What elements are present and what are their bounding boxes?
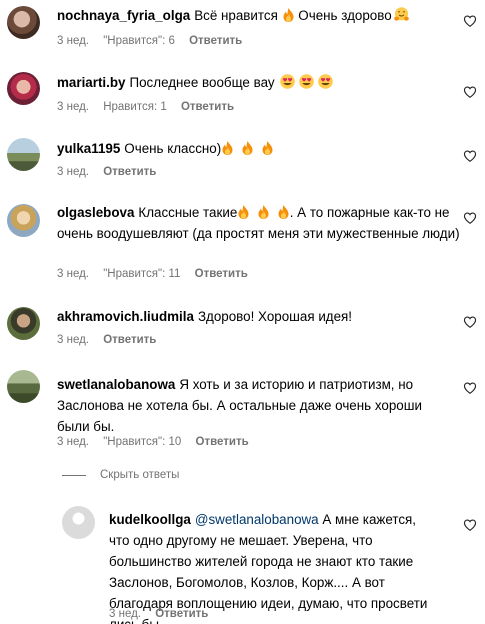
heart-eyes-emoji-icon [280,74,295,89]
fire-emoji-icon [258,205,269,219]
like-heart-icon[interactable] [463,85,477,99]
comment-time[interactable]: 3 нед. [57,334,89,346]
comment-username[interactable]: swetlanalobanowa [57,377,175,392]
heart-eyes-emoji-icon [318,74,333,89]
comment-username[interactable]: olgaslebova [57,205,134,220]
mention-link[interactable]: @swetlanalobanowa [195,512,319,527]
like-heart-icon[interactable] [463,14,477,28]
reply-button[interactable]: Ответить [103,166,156,178]
comment-username[interactable]: akhramovich.liudmila [57,309,194,324]
like-heart-icon[interactable] [463,518,477,532]
avatar[interactable] [7,138,40,171]
comment-username[interactable]: mariarti.by [57,75,125,90]
comment-likes[interactable]: "Нравится": 11 [103,268,180,280]
like-heart-icon[interactable] [463,315,477,329]
comment-likes[interactable]: "Нравится": 10 [103,436,181,448]
heart-eyes-emoji-icon [299,74,314,89]
comment-text: Очень здорово [298,8,392,23]
avatar[interactable] [7,6,40,39]
fire-emoji-icon [222,141,233,155]
fire-emoji-icon [262,141,273,155]
comment-username[interactable]: kudelkoollga [109,512,191,527]
reply-button[interactable]: Ответить [103,334,156,346]
reply-button[interactable]: Ответить [189,35,242,47]
like-heart-icon[interactable] [463,211,477,225]
fire-emoji-icon [242,141,253,155]
comment-time[interactable]: 3 нед. [57,35,89,47]
like-heart-icon[interactable] [463,381,477,395]
comment-time[interactable]: 3 нед. [109,608,141,620]
comment-time[interactable]: 3 нед. [57,101,89,113]
comment-time[interactable]: 3 нед. [57,436,89,448]
avatar[interactable] [7,204,40,237]
avatar[interactable] [7,72,40,105]
comment-likes[interactable]: Нравится: 1 [103,101,167,113]
comment-likes[interactable]: "Нравится": 6 [103,35,175,47]
fire-emoji-icon [278,205,289,219]
hide-replies-label: Скрыть ответы [100,469,180,481]
reply-button[interactable]: Ответить [155,608,208,620]
comment-text: Всё нравится [194,8,278,23]
fire-emoji-icon [238,205,249,219]
comment-text: Здорово! Хорошая идея! [197,309,353,324]
reply-button[interactable]: Ответить [196,436,249,448]
reply-button[interactable]: Ответить [195,268,248,280]
avatar[interactable] [7,307,40,340]
toggle-divider [62,474,86,476]
reply-button[interactable]: Ответить [181,101,234,113]
comment-username[interactable]: nochnaya_fyria_olga [57,8,190,23]
comment-time[interactable]: 3 нед. [57,268,89,280]
hide-replies-toggle[interactable]: Скрыть ответы [62,469,179,481]
avatar[interactable] [7,370,40,403]
comment-text: Последнее вообще вау [129,75,275,90]
fire-emoji-icon [283,8,294,22]
comment-text: Классные такие [138,205,238,220]
comment-username[interactable]: yulka1195 [57,141,120,156]
hugging-face-emoji-icon [394,7,409,22]
like-heart-icon[interactable] [463,149,477,163]
avatar[interactable] [62,506,95,539]
comment-time[interactable]: 3 нед. [57,166,89,178]
comment-text: Очень классно) [124,141,222,156]
